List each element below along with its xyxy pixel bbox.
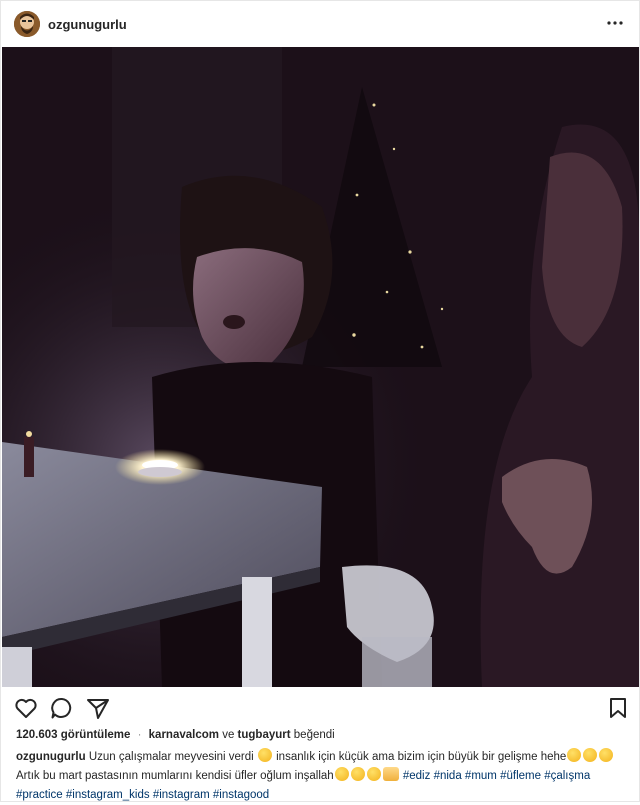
smile-emoji-icon (583, 748, 598, 762)
post-caption: ozgunugurlu Uzun çalışmalar meyvesini ve… (16, 748, 631, 805)
hashtag-link[interactable]: #instagram (153, 789, 210, 801)
views-line: 120.603 görüntüleme · karnavalcom ve tug… (16, 729, 335, 741)
hashtags-line-1: #ediz #nida #mum #üfleme #çalışma (403, 770, 590, 782)
hashtag-link[interactable]: #ediz (403, 770, 431, 782)
liked-text: beğendi (293, 729, 335, 741)
more-icon[interactable] (605, 13, 625, 33)
pray-emoji-icon (382, 767, 399, 781)
video-frame (2, 47, 639, 687)
blush-emoji-icon (366, 767, 381, 781)
avatar[interactable] (14, 11, 40, 37)
post-username[interactable]: ozgunugurlu (48, 17, 127, 32)
smile-emoji-icon (567, 748, 582, 762)
post-header: ozgunugurlu (1, 1, 639, 47)
hashtag-link[interactable]: #üfleme (500, 770, 541, 782)
comment-icon[interactable] (49, 695, 75, 721)
hashtag-link[interactable]: #mum (465, 770, 497, 782)
caption-text: Uzun çalışmalar meyvesini verdi (88, 751, 254, 763)
bookmark-icon[interactable] (605, 695, 631, 721)
and-text: ve (222, 729, 235, 741)
hashtag-link[interactable]: #practice (16, 789, 63, 801)
avatar-image (14, 11, 40, 37)
share-icon[interactable] (85, 695, 111, 721)
hashtags-line-2: #practice #instagram_kids #instagram #in… (16, 789, 269, 801)
view-count[interactable]: 120.603 görüntüleme (16, 729, 130, 741)
blush-emoji-icon (350, 767, 365, 781)
post-video[interactable] (2, 47, 639, 687)
hashtag-link[interactable]: #çalışma (544, 770, 590, 782)
hashtag-link[interactable]: #instagood (213, 789, 269, 801)
action-bar (1, 691, 639, 725)
instagram-post: ozgunugurlu 120.603 görüntüleme · karnav… (0, 0, 640, 802)
liker-name[interactable]: karnavalcom (149, 729, 219, 741)
smile-emoji-icon (599, 748, 614, 762)
grin-emoji-icon (257, 748, 272, 762)
hashtag-link[interactable]: #instagram_kids (66, 789, 150, 801)
caption-text: Artık bu mart pastasının mumlarını kendi… (16, 770, 334, 782)
heart-icon[interactable] (13, 695, 39, 721)
caption-username[interactable]: ozgunugurlu (16, 751, 86, 763)
separator: · (137, 729, 142, 741)
caption-text: insanlık için küçük ama bizim için büyük… (276, 751, 567, 763)
blush-emoji-icon (334, 767, 349, 781)
hashtag-link[interactable]: #nida (434, 770, 462, 782)
liker-name[interactable]: tugbayurt (238, 729, 291, 741)
